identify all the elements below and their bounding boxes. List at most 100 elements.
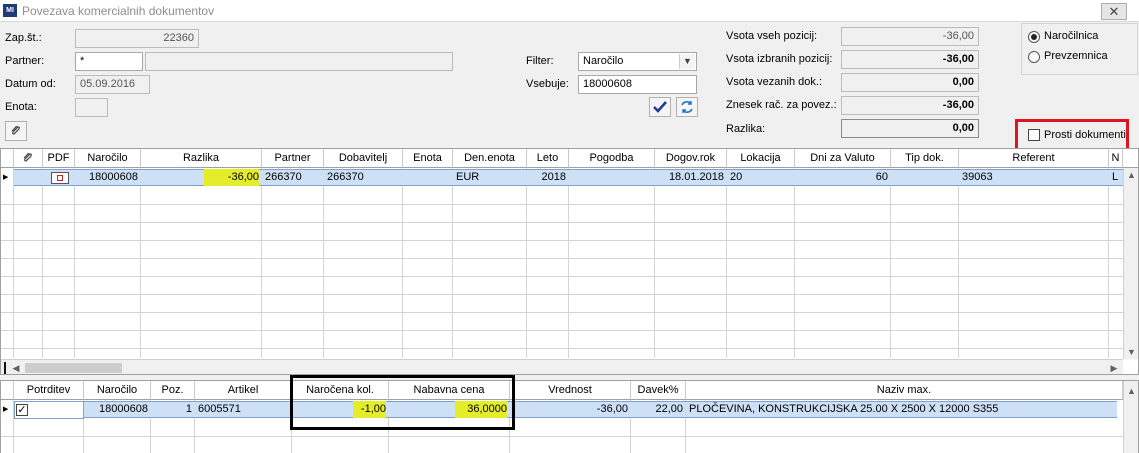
- cell-n: L: [1112, 171, 1119, 183]
- col-dogov-rok[interactable]: Dogov.rok: [655, 149, 727, 168]
- paperclip-icon: [11, 126, 20, 135]
- col-referent[interactable]: Referent: [959, 149, 1109, 168]
- col-dobavitelj[interactable]: Dobavitelj: [324, 149, 403, 168]
- prosti-dokumenti-label[interactable]: Prosti dokumenti: [1044, 129, 1126, 141]
- col-lokacija[interactable]: Lokacija: [727, 149, 795, 168]
- horizontal-scrollbar[interactable]: ◀ ▶: [1, 359, 1123, 374]
- col-attach[interactable]: [14, 149, 43, 168]
- confirm-button[interactable]: [649, 97, 671, 117]
- enota-label: Enota:: [5, 101, 37, 113]
- vsebuje-label: Vsebuje:: [526, 78, 569, 90]
- col-naziv[interactable]: Naziv max.: [686, 381, 1123, 400]
- chevron-down-icon[interactable]: ▼: [679, 54, 695, 69]
- cell-narocilo: 18000608: [99, 403, 148, 415]
- scroll-up-icon[interactable]: ▲: [1124, 384, 1138, 398]
- cell-tip-dok: [891, 169, 959, 187]
- razlika-label: Razlika:: [726, 123, 766, 135]
- partner-name-field[interactable]: [145, 52, 453, 71]
- col-enota[interactable]: Enota: [403, 149, 453, 168]
- paperclip-icon: [23, 153, 32, 162]
- refresh-button[interactable]: [676, 97, 698, 117]
- enota-field[interactable]: [75, 98, 108, 117]
- col-dni-za-valuto[interactable]: Dni za Valuto: [795, 149, 891, 168]
- cell-lokacija: 20: [730, 171, 743, 183]
- radio-prevzemnica-label[interactable]: Prevzemnica: [1044, 50, 1108, 62]
- col-narocilo[interactable]: Naročilo: [75, 149, 141, 168]
- zapst-label: Zap.št.:: [5, 32, 42, 44]
- cell-dogov-rok: 18.01.2018: [668, 171, 724, 183]
- scroll-right-icon[interactable]: ▶: [1107, 361, 1121, 374]
- title-bar: MI Povezava komercialnih dokumentov ✕: [0, 0, 1139, 22]
- radio-narocilnica-label[interactable]: Naročilnica: [1044, 30, 1098, 42]
- cell-dni-za-valuto: 60: [875, 171, 888, 183]
- razlika-field: 0,00: [841, 119, 979, 138]
- col-tip-dok[interactable]: Tip dok.: [891, 149, 959, 168]
- vsota-vezanih-field: 0,00: [841, 73, 979, 92]
- scroll-left-icon[interactable]: ◀: [9, 361, 23, 374]
- datum-label: Datum od:: [5, 78, 56, 90]
- positions-grid: Potrditev Naročilo Poz. Artikel Naročena…: [0, 380, 1139, 453]
- col-potrditev[interactable]: Potrditev: [14, 381, 84, 400]
- col-vrednost[interactable]: Vrednost: [510, 381, 631, 400]
- col-pogodba[interactable]: Pogodba: [569, 149, 655, 168]
- attach-button[interactable]: [5, 121, 27, 141]
- scroll-position-marker: [4, 362, 6, 374]
- cell-naziv: PLOČEVINA, KONSTRUKCIJSKA 25.00 X 2500 X…: [689, 403, 999, 415]
- grid-corner: [1, 149, 14, 168]
- partner-code-input[interactable]: *: [75, 52, 143, 71]
- col-n[interactable]: N: [1109, 149, 1123, 168]
- vsota-vseh-field: -36,00: [841, 27, 979, 46]
- datum-field[interactable]: 05.09.2016: [75, 75, 150, 94]
- cell-narocilo: 18000608: [89, 171, 138, 183]
- scroll-thumb[interactable]: [25, 363, 122, 373]
- col-leto[interactable]: Leto: [527, 149, 569, 168]
- cell-referent: 39063: [962, 171, 993, 183]
- documents-grid: PDF Naročilo Razlika Partner Dobavitelj …: [0, 148, 1139, 375]
- vsota-izbranih-field: -36,00: [841, 50, 979, 69]
- znesek-field: -36,00: [841, 96, 979, 115]
- col-pdf[interactable]: PDF: [43, 149, 75, 168]
- cell-dobavitelj: 266370: [327, 171, 364, 183]
- cell-den-enota: EUR: [456, 171, 480, 183]
- col-razlika[interactable]: Razlika: [141, 149, 262, 168]
- row-pointer-icon: ▶: [3, 406, 9, 413]
- pdf-icon[interactable]: [51, 172, 69, 184]
- window-title: Povezava komercialnih dokumentov: [22, 4, 215, 18]
- cell-enota: [403, 169, 453, 187]
- refresh-icon: [681, 101, 693, 113]
- scroll-down-icon[interactable]: ▼: [1124, 345, 1138, 359]
- vsota-izbranih-label: Vsota izbranih pozicij:: [726, 53, 833, 65]
- prosti-dokumenti-checkbox[interactable]: [1028, 129, 1040, 141]
- col-artikel[interactable]: Artikel: [195, 381, 292, 400]
- filter-select[interactable]: Naročilo ▼: [578, 52, 697, 71]
- filter-select-value: Naročilo: [583, 55, 624, 67]
- cell-partner: 266370: [265, 171, 302, 183]
- potrditev-checkbox[interactable]: ✓: [16, 404, 28, 416]
- col-partner[interactable]: Partner: [262, 149, 324, 168]
- col-narocilo[interactable]: Naročilo: [84, 381, 151, 400]
- black-annotation-box: [290, 375, 515, 430]
- col-davek[interactable]: Davek%: [631, 381, 686, 400]
- radio-prevzemnica[interactable]: [1028, 51, 1040, 63]
- col-filler: [1123, 149, 1138, 168]
- zapst-field[interactable]: 22360: [75, 29, 199, 48]
- cell-vrednost: -36,00: [596, 403, 628, 415]
- scroll-up-icon[interactable]: ▲: [1124, 168, 1138, 182]
- cell-razlika: -36,00: [141, 169, 262, 187]
- radio-narocilnica[interactable]: [1028, 31, 1040, 43]
- close-button[interactable]: ✕: [1101, 3, 1127, 20]
- col-poz[interactable]: Poz.: [151, 381, 195, 400]
- row-pointer-icon: ▶: [3, 174, 9, 181]
- vsota-vseh-label: Vsota vseh pozicij:: [726, 30, 818, 42]
- cell-poz: 1: [185, 403, 192, 415]
- vsota-vezanih-label: Vsota vezanih dok.:: [726, 76, 823, 88]
- vsebuje-input[interactable]: 18000608: [578, 75, 697, 94]
- grid-corner: [1, 381, 14, 400]
- vertical-scrollbar[interactable]: ▲ ▼: [1123, 168, 1138, 359]
- col-den-enota[interactable]: Den.enota: [453, 149, 527, 168]
- cell-leto: 2018: [541, 171, 566, 183]
- cell-davek: 22,00: [655, 403, 683, 415]
- vertical-scrollbar[interactable]: ▲: [1123, 381, 1138, 453]
- cell-artikel: 6005571: [198, 403, 241, 415]
- cell-pogodba: [569, 169, 655, 187]
